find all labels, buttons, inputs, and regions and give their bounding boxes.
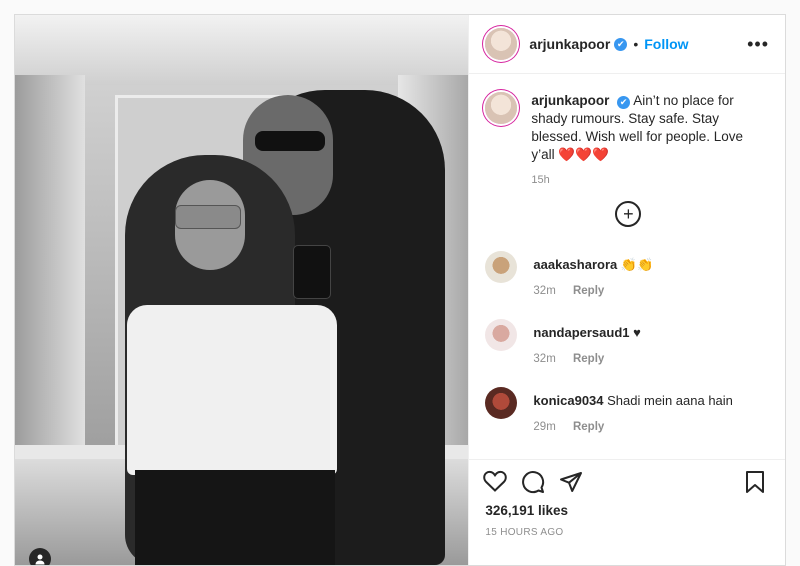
post-header: arjunkapoor ✔ • Follow ••• [469,15,785,74]
load-more-comments-icon[interactable]: + [615,201,642,227]
caption-username[interactable]: arjunkapoor [531,93,609,108]
comment-body: aaakasharora 👏👏 [533,257,653,283]
comment-username[interactable]: konica9034 [533,393,603,408]
comment-time: 32m [533,353,556,365]
comment-icon[interactable] [521,470,545,500]
follow-button[interactable]: Follow [644,36,688,52]
verified-icon: ✔ [614,37,628,51]
comment-meta: 32m Reply [533,353,618,365]
photo-wall-left [15,75,85,495]
caption-avatar[interactable] [485,92,518,124]
photo-man-sunglasses [255,131,325,151]
author-username[interactable]: arjunkapoor [529,36,610,52]
post-timestamp: 15 HOURS AGO [485,527,564,538]
photo-phone [293,245,331,299]
post-photo[interactable] [15,15,469,565]
commenter-avatar[interactable] [485,387,518,419]
heart-icon[interactable] [483,470,508,498]
comment-meta: 32m Reply [533,285,618,297]
caption-time: 15h [531,174,550,186]
commenter-avatar[interactable] [485,319,518,351]
bookmark-icon[interactable] [745,470,765,500]
comment-text: 👏👏 [620,257,654,272]
author-avatar[interactable] [485,28,518,60]
post-container: arjunkapoor ✔ • Follow ••• arjunkapoor ✔… [14,14,786,566]
user-tag-icon[interactable] [29,548,51,565]
caption-body: arjunkapoor ✔ Ain’t no place for shady r… [531,92,769,164]
photo-woman-sunglasses [175,205,241,229]
reply-button[interactable]: Reply [573,353,604,365]
comment-body: nandapersaud1 ♥ [533,325,640,351]
commenter-avatar[interactable] [485,251,518,283]
comment-username[interactable]: aaakasharora [533,257,617,272]
verified-icon: ✔ [617,95,631,109]
share-icon[interactable] [559,470,583,500]
comment-time: 32m [533,285,556,297]
photo-woman-shirt [127,305,337,475]
comment-text: ♥ [633,325,641,340]
more-options-icon[interactable]: ••• [747,34,769,55]
comment-item: konica9034 Shadi mein aana hain 29m Repl… [485,387,733,433]
comment-username[interactable]: nandapersaud1 [533,325,629,340]
comment-item: nandapersaud1 ♥ 32m Reply [485,319,641,365]
comment-body: konica9034 Shadi mein aana hain [533,393,733,419]
comment-item: aaakasharora 👏👏 32m Reply [485,251,653,297]
action-bar [469,459,785,496]
comment-text: Shadi mein aana hain [607,393,733,408]
photo-woman-pants [135,470,335,565]
comment-time: 29m [533,421,556,433]
reply-button[interactable]: Reply [573,421,604,433]
post-sidebar: arjunkapoor ✔ • Follow ••• arjunkapoor ✔… [468,15,785,565]
header-separator: • [633,36,639,52]
caption: arjunkapoor ✔ Ain’t no place for shady r… [469,74,785,164]
likes-count[interactable]: 326,191 likes [485,503,568,518]
comment-meta: 29m Reply [533,421,618,433]
reply-button[interactable]: Reply [573,285,604,297]
